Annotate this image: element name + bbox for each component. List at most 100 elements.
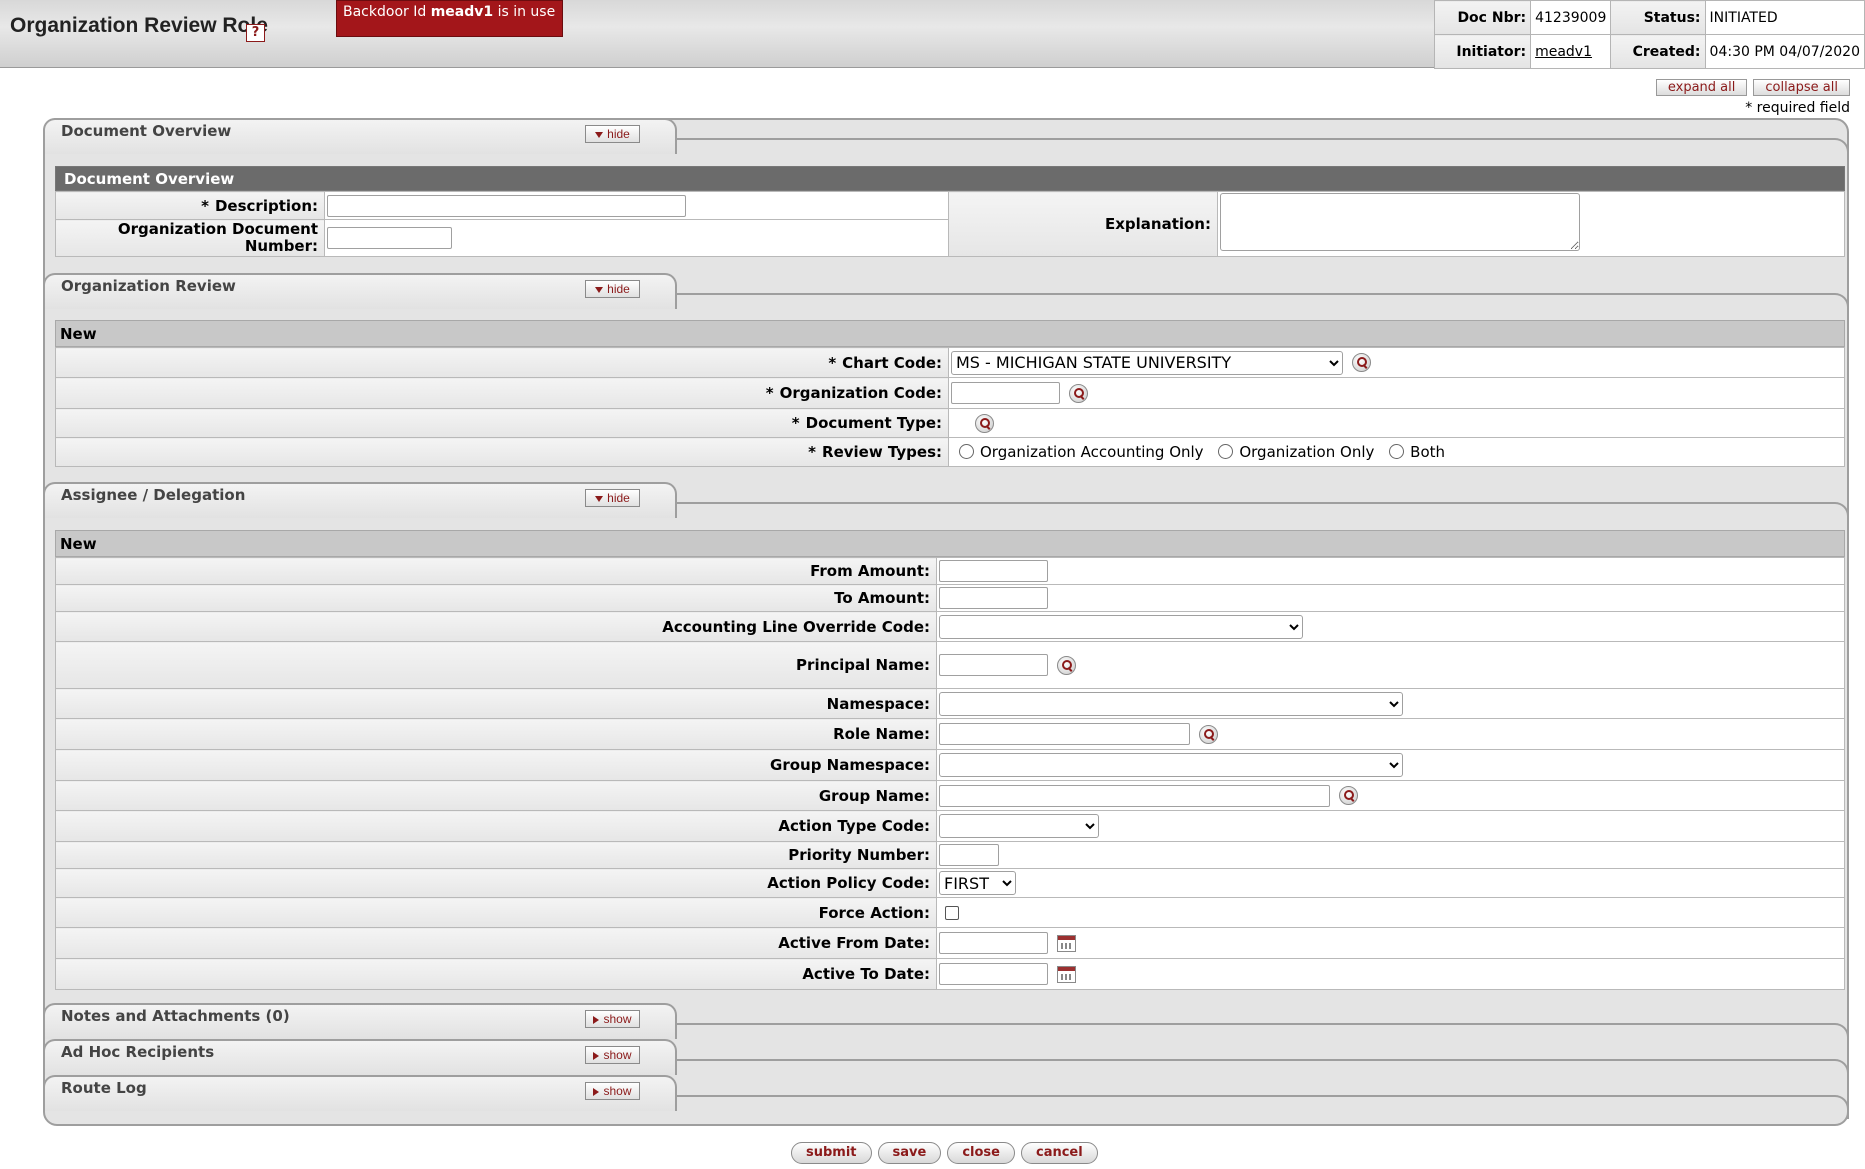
tab-title: Ad Hoc Recipients [61,1043,215,1061]
organization-review-section: New * Chart Code: MS - MICHIGAN STATE UNI… [55,320,1845,467]
org-doc-number-input[interactable] [327,227,452,250]
backdoor-banner: Backdoor Id meadv1 is in use [336,0,563,37]
to-amount-input[interactable] [939,587,1048,609]
tab-route-log: Route Log show [43,1075,1849,1119]
organization-code-lookup-icon[interactable] [1068,383,1088,403]
triangle-down-icon [595,286,604,293]
help-icon[interactable]: ? [246,24,265,42]
group-name-input[interactable] [939,784,1330,807]
namespace-select[interactable] [939,691,1403,716]
from-amount-label: From Amount: [55,557,937,585]
force-action-label: Force Action: [55,897,937,928]
created-value: 04:30 PM 04/07/2020 [1704,34,1865,69]
document-type-lookup-icon[interactable] [975,413,994,433]
review-type-option-label: Both [1410,443,1446,461]
priority-number-input[interactable] [939,844,999,866]
doc-nbr-value: 41239009 [1530,0,1612,35]
org-doc-number-label: Organization Document Number: [55,219,325,257]
assignee-section: New From Amount: To Amount: Accounting L… [55,530,1845,990]
role-name-label: Role Name: [55,718,937,750]
group-name-label: Group Name: [55,780,937,811]
review-type-org-only-radio[interactable] [1218,444,1234,459]
backdoor-suffix: is in use [497,4,556,20]
tab-assignee-delegation: Assignee / Delegation hide [43,482,1849,526]
document-overview-table: * Description: Explanation: Organization … [55,190,1845,257]
principal-name-input[interactable] [939,654,1048,676]
tab-title: Assignee / Delegation [61,486,246,504]
review-type-both-radio[interactable] [1389,444,1405,459]
description-label: * Description: [55,190,325,221]
action-policy-select[interactable]: FIRST [939,871,1016,895]
expand-collapse-controls: expand all collapse all [1655,79,1850,96]
role-name-input[interactable] [939,723,1190,745]
description-input[interactable] [327,194,686,217]
close-button[interactable]: close [947,1142,1015,1164]
calendar-icon[interactable] [1056,965,1076,983]
triangle-down-icon [595,131,604,138]
group-namespace-label: Group Namespace: [55,749,937,781]
hide-organization-review-button[interactable]: hide [585,280,640,298]
collapse-all-button[interactable]: collapse all [1753,79,1850,96]
initiator-cell: meadv1 [1530,34,1612,69]
triangle-right-icon [593,1015,600,1024]
document-type-label: * Document Type: [55,408,949,438]
tab-organization-review: Organization Review hide [43,273,1849,317]
section-header: New [55,530,1845,557]
organization-code-input[interactable] [951,382,1060,404]
action-type-select[interactable] [939,814,1099,838]
doc-info-table: Doc Nbr: 41239009 Status: INITIATED Init… [1433,0,1865,69]
explanation-textarea[interactable] [1220,193,1580,251]
acct-override-label: Accounting Line Override Code: [55,611,937,642]
save-button[interactable]: save [877,1142,942,1164]
status-label: Status: [1610,0,1706,35]
hide-document-overview-button[interactable]: hide [585,125,640,143]
tab-document-overview: Document Overview hide [43,118,1849,162]
hide-assignee-button[interactable]: hide [585,489,640,507]
review-types-label: * Review Types: [55,437,949,467]
action-type-label: Action Type Code: [55,810,937,842]
force-action-checkbox[interactable] [945,906,959,920]
review-type-option-label: Organization Only [1239,443,1375,461]
calendar-icon[interactable] [1056,934,1076,952]
action-policy-label: Action Policy Code: [55,868,937,898]
active-from-date-input[interactable] [939,932,1048,954]
document-header: Organization Review Role ? Backdoor Id m… [0,0,1865,69]
section-header: New [55,320,1845,347]
tab-title: Route Log [61,1079,147,1097]
page-title: Organization Review Role [10,14,268,37]
to-amount-label: To Amount: [55,584,937,612]
triangle-down-icon [595,495,604,502]
show-adhoc-button[interactable]: show [585,1046,640,1064]
active-to-date-input[interactable] [939,963,1048,985]
chart-code-lookup-icon[interactable] [1351,353,1371,372]
document-overview-section: Document Overview * Description: Explanat… [55,166,1845,257]
triangle-right-icon [593,1051,600,1060]
explanation-label: Explanation: [948,191,1218,257]
triangle-right-icon [593,1087,600,1096]
required-field-note: * required field [1745,100,1850,116]
principal-name-lookup-icon[interactable] [1056,655,1076,675]
chart-code-label: * Chart Code: [55,347,949,378]
initiator-label: Initiator: [1433,34,1532,69]
status-value: INITIATED [1704,0,1865,35]
submit-button[interactable]: submit [791,1142,872,1164]
priority-number-label: Priority Number: [55,841,937,869]
group-name-lookup-icon[interactable] [1338,786,1358,805]
tab-title: Organization Review [61,277,236,295]
review-type-accounting-radio[interactable] [959,444,974,459]
initiator-link[interactable]: meadv1 [1535,44,1592,60]
namespace-label: Namespace: [55,688,937,719]
group-namespace-select[interactable] [939,753,1403,777]
assignee-table: From Amount: To Amount: Accounting Line … [55,557,1845,990]
acct-override-select[interactable] [939,614,1303,639]
chart-code-select[interactable]: MS - MICHIGAN STATE UNIVERSITY [951,350,1343,375]
tab-title: Document Overview [61,122,232,140]
cancel-button[interactable]: cancel [1020,1142,1098,1164]
tab-title: Notes and Attachments (0) [61,1007,290,1025]
from-amount-input[interactable] [939,560,1048,582]
role-name-lookup-icon[interactable] [1198,724,1218,744]
show-notes-button[interactable]: show [585,1010,640,1028]
expand-all-button[interactable]: expand all [1655,79,1748,96]
organization-review-table: * Chart Code: MS - MICHIGAN STATE UNIVERS… [55,347,1845,467]
show-route-log-button[interactable]: show [585,1082,640,1100]
